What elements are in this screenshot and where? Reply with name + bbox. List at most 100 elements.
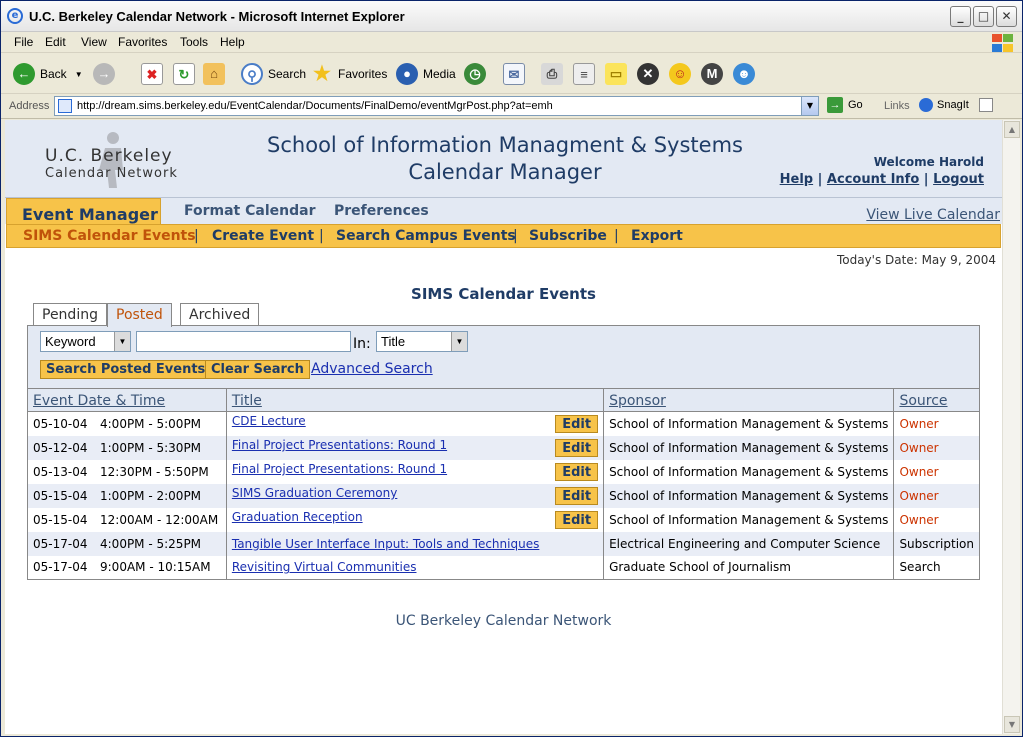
menu-view[interactable]: View xyxy=(81,35,107,49)
menu-help[interactable]: Help xyxy=(220,35,245,49)
subnav-sims-calendar-events[interactable]: SIMS Calendar Events xyxy=(23,228,196,244)
menu-edit[interactable]: Edit xyxy=(45,35,66,49)
edit-button[interactable]: Edit xyxy=(555,415,599,434)
forward-arrow-icon: → xyxy=(93,63,115,85)
menu-bar: File Edit View Favorites Tools Help xyxy=(1,32,1022,53)
links-button[interactable]: Links xyxy=(884,100,910,112)
go-button[interactable]: → Go xyxy=(827,97,863,113)
event-title-link[interactable]: Revisiting Virtual Communities xyxy=(232,560,417,574)
address-input[interactable]: http://dream.sims.berkeley.edu/EventCale… xyxy=(54,96,819,116)
event-datetime-cell: 05-13-04 12:30PM - 5:50PM xyxy=(27,459,227,484)
vertical-scrollbar[interactable]: ▲ ▼ xyxy=(1002,120,1020,734)
logout-link[interactable]: Logout xyxy=(933,172,984,187)
stop-button[interactable]: ✖ xyxy=(141,61,168,87)
search-panel: Keyword ▼ In: Title ▼ Search Posted Even… xyxy=(27,325,980,391)
edit-button[interactable]: Edit xyxy=(555,439,599,457)
menu-favorites[interactable]: Favorites xyxy=(118,35,167,49)
todays-date: Today's Date: May 9, 2004 xyxy=(836,253,996,267)
page-icon xyxy=(58,99,72,113)
clear-search-button[interactable]: Clear Search xyxy=(205,360,310,379)
scroll-down-icon[interactable]: ▼ xyxy=(1004,716,1020,733)
event-date: 05-12-04 xyxy=(33,440,88,455)
minimize-button[interactable]: _ xyxy=(950,6,971,27)
event-sponsor: Electrical Engineering and Computer Scie… xyxy=(603,531,895,556)
table-row: 05-13-04 12:30PM - 5:50PM Final Project Pr… xyxy=(27,459,980,484)
search-button[interactable]: ⚲ Search xyxy=(241,61,306,87)
home-button[interactable]: ⌂ xyxy=(203,61,230,87)
event-title-cell: Final Project Presentations: Round 1 Edit xyxy=(225,459,605,484)
search-input[interactable] xyxy=(136,331,351,352)
forward-button[interactable]: → xyxy=(93,61,120,87)
edit-button[interactable]: Edit xyxy=(555,487,599,505)
subnav-search-campus-events[interactable]: Search Campus Events xyxy=(336,228,516,244)
menu-tools[interactable]: Tools xyxy=(180,35,208,49)
refresh-button[interactable]: ↻ xyxy=(173,61,200,87)
maximize-button[interactable]: □ xyxy=(973,6,994,27)
block-button[interactable]: ✕ xyxy=(637,61,664,87)
site-logo[interactable]: U.C. Berkeley Calendar Network xyxy=(43,132,203,188)
event-title-link[interactable]: SIMS Graduation Ceremony xyxy=(232,486,397,500)
event-date: 05-17-04 xyxy=(33,536,88,551)
advanced-search-link[interactable]: Advanced Search xyxy=(311,361,433,377)
address-dropdown-icon[interactable]: ▼ xyxy=(801,97,818,115)
tab-archived[interactable]: Archived xyxy=(180,303,260,326)
history-button[interactable]: ◷ xyxy=(464,61,491,87)
notes-button[interactable]: ▭ xyxy=(605,61,632,87)
event-title-link[interactable]: Final Project Presentations: Round 1 xyxy=(232,462,447,476)
col-header-source[interactable]: Source xyxy=(893,388,980,412)
menu-file[interactable]: File xyxy=(14,35,33,49)
event-sponsor: Graduate School of Journalism xyxy=(603,555,895,580)
note-icon: ▭ xyxy=(605,63,627,85)
contacts-button[interactable]: ☻ xyxy=(733,61,760,87)
dropdown-arrow-icon: ▼ xyxy=(74,69,83,79)
header-title-line-2: Calendar Manager xyxy=(408,160,602,184)
close-button[interactable]: ✕ xyxy=(996,6,1017,27)
globe-icon: ● xyxy=(396,63,418,85)
help-link[interactable]: Help xyxy=(780,172,813,187)
search-field-select[interactable]: Keyword ▼ xyxy=(40,331,131,352)
edit-button[interactable]: ≡ xyxy=(573,61,600,87)
tab-event-manager[interactable]: Event Manager xyxy=(6,198,161,226)
search-in-select[interactable]: Title ▼ xyxy=(376,331,468,352)
print-button[interactable]: ⎙ xyxy=(541,61,568,87)
logo-line-2: Calendar Network xyxy=(45,166,178,181)
page-content: U.C. Berkeley Calendar Network School of… xyxy=(5,120,1002,734)
account-info-link[interactable]: Account Info xyxy=(827,172,919,187)
col-header-date[interactable]: Event Date & Time xyxy=(27,388,227,412)
snagit-button[interactable]: SnagIt xyxy=(919,98,993,112)
event-datetime-cell: 05-15-04 1:00PM - 2:00PM xyxy=(27,483,227,508)
subnav-subscribe[interactable]: Subscribe xyxy=(529,228,607,244)
back-button[interactable]: ← Back ▼ xyxy=(13,61,83,87)
event-time: 1:00PM - 5:30PM xyxy=(100,440,202,455)
subnav-create-event[interactable]: Create Event xyxy=(212,228,314,244)
mail-button[interactable]: ✉ xyxy=(503,61,530,87)
subnav-export[interactable]: Export xyxy=(631,228,683,244)
capture-icon[interactable] xyxy=(978,98,993,112)
favorites-button[interactable]: ★ Favorites xyxy=(311,61,387,87)
messenger-button[interactable]: ☺ xyxy=(669,61,696,87)
media-button[interactable]: ● Media xyxy=(396,61,456,87)
edit-button[interactable]: Edit xyxy=(555,463,599,481)
scroll-up-icon[interactable]: ▲ xyxy=(1004,121,1020,138)
event-time: 9:00AM - 10:15AM xyxy=(100,560,211,575)
view-live-calendar-link[interactable]: View Live Calendar xyxy=(866,207,1000,223)
tab-posted[interactable]: Posted xyxy=(107,303,172,327)
browser-window: e U.C. Berkeley Calendar Network - Micro… xyxy=(0,0,1023,737)
m-icon: M xyxy=(701,63,723,85)
col-header-sponsor[interactable]: Sponsor xyxy=(603,388,895,412)
event-title-link[interactable]: Tangible User Interface Input: Tools and… xyxy=(232,537,539,551)
event-title-cell: SIMS Graduation Ceremony Edit xyxy=(225,483,605,508)
edit-button[interactable]: Edit xyxy=(555,511,599,529)
tab-preferences[interactable]: Preferences xyxy=(334,203,429,219)
event-title-link[interactable]: Final Project Presentations: Round 1 xyxy=(232,438,447,452)
event-title-cell: Graduation Reception Edit xyxy=(225,507,605,532)
event-title-link[interactable]: Graduation Reception xyxy=(232,510,363,524)
bookmark-button[interactable]: M xyxy=(701,61,728,87)
tab-pending[interactable]: Pending xyxy=(33,303,107,326)
toolbar: ← Back ▼ → ✖ ↻ ⌂ ⚲ Search ★ Favorites ● … xyxy=(1,53,1022,94)
col-header-title[interactable]: Title xyxy=(225,388,605,412)
event-time: 4:00PM - 5:00PM xyxy=(100,416,202,431)
search-posted-events-button[interactable]: Search Posted Events xyxy=(40,360,212,379)
tab-format-calendar[interactable]: Format Calendar xyxy=(184,203,315,219)
event-title-link[interactable]: CDE Lecture xyxy=(232,414,306,428)
